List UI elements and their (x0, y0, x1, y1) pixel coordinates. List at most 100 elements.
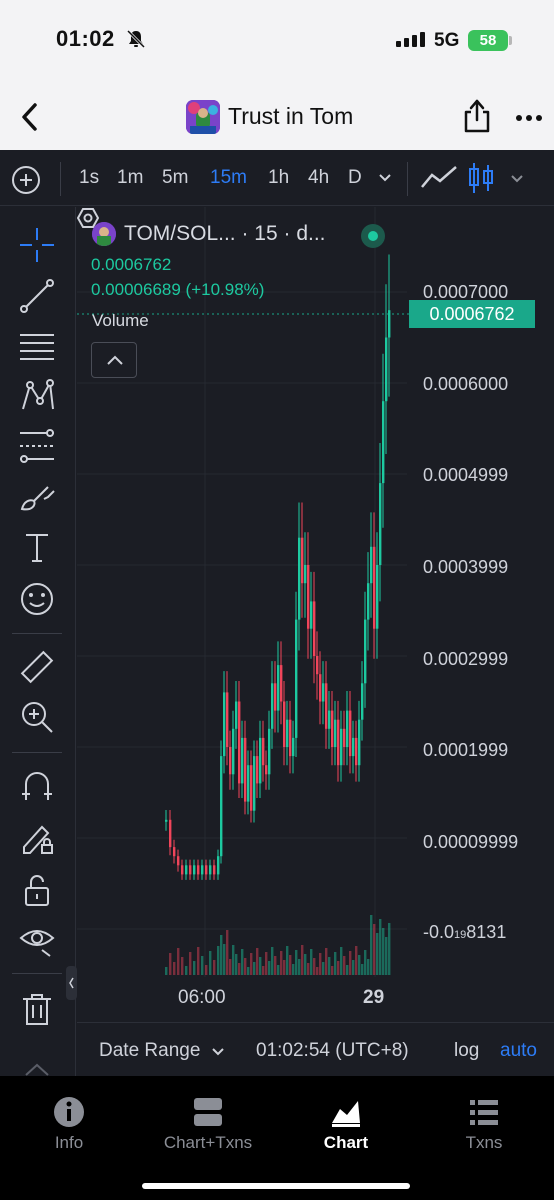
network-type: 5G (434, 30, 460, 51)
text-tool-icon[interactable] (18, 529, 56, 567)
volume-bar (259, 957, 262, 975)
rail-collapse-handle[interactable] (66, 966, 77, 1000)
trash-icon[interactable] (18, 990, 56, 1028)
candle-body (256, 756, 259, 784)
volume-bar (209, 951, 212, 975)
more-options-icon[interactable] (514, 108, 544, 128)
fib-retracement-icon[interactable] (18, 427, 56, 465)
candle-body (185, 865, 188, 875)
volume-bar (292, 964, 295, 975)
volume-bar (213, 960, 216, 975)
candle-body (334, 719, 337, 747)
candle-body (177, 856, 180, 866)
timeframe-d[interactable]: D (348, 167, 362, 189)
candle-body (388, 310, 391, 338)
volume-bar (169, 953, 172, 975)
rail-divider (12, 633, 62, 634)
x-axis-label: 06:00 (178, 987, 226, 1008)
magnet-icon[interactable] (18, 768, 56, 806)
candle-body (370, 546, 373, 584)
tab-info[interactable]: Info (0, 1095, 138, 1159)
tab-txns[interactable]: Txns (415, 1095, 553, 1159)
timeframe-4h[interactable]: 4h (308, 167, 329, 189)
timezone-clock[interactable]: 01:02:54 (UTC+8) (256, 1040, 409, 1062)
date-range-button[interactable]: Date Range (99, 1040, 200, 1062)
volume-bar (235, 954, 238, 975)
candle-body (325, 683, 328, 729)
volume-bar (232, 945, 235, 975)
volume-bar (277, 965, 280, 975)
volume-bar (361, 964, 364, 975)
visibility-icon[interactable] (18, 920, 56, 958)
volume-bar (298, 959, 301, 975)
volume-bar (244, 958, 247, 975)
pattern-icon[interactable] (18, 377, 56, 415)
lock-drawing-icon[interactable] (18, 819, 56, 857)
candle-body (307, 565, 310, 629)
price-chart[interactable]: TOM/SOL... · 15 · d... 0.0006762 0.00006… (77, 207, 554, 1022)
candle-body (189, 865, 192, 875)
share-icon[interactable] (462, 98, 492, 134)
collapse-legend-button[interactable] (91, 342, 137, 378)
candle-body (328, 710, 331, 729)
back-button[interactable] (16, 100, 44, 134)
candle-body (265, 765, 268, 775)
candle-body (247, 765, 250, 802)
volume-bar (382, 928, 385, 975)
list-icon (470, 1100, 498, 1125)
volume-bar (295, 950, 298, 975)
zoom-in-icon[interactable] (18, 698, 56, 736)
symbol-label[interactable]: TOM/SOL... · 15 · d... (124, 222, 326, 246)
chevron-down-icon[interactable] (378, 170, 392, 184)
x-axis-label: 29 (363, 987, 385, 1008)
timeframe-15m[interactable]: 15m (210, 167, 247, 189)
timeframe-1m[interactable]: 1m (117, 167, 143, 189)
y-axis-label: 0.0003999 (423, 557, 509, 577)
candle-body (235, 701, 238, 729)
candle-body (165, 819, 168, 822)
add-indicator-button[interactable] (12, 166, 40, 194)
volume-bar (358, 955, 361, 975)
line-chart-icon[interactable] (420, 163, 458, 193)
volume-bar (185, 966, 188, 975)
y-axis-label-negative: -0.0198131 (423, 922, 506, 943)
volume-bar (262, 966, 265, 975)
log-scale-toggle[interactable]: log (454, 1040, 479, 1062)
chevron-down-icon[interactable] (510, 171, 524, 185)
volume-bar (197, 947, 200, 975)
volume-bar (220, 935, 223, 975)
chevron-down-icon[interactable] (211, 1044, 225, 1058)
candlestick-icon[interactable] (466, 161, 496, 195)
y-axis-label: 0.0002999 (423, 649, 509, 669)
signal-icon (396, 32, 425, 47)
ruler-icon[interactable] (18, 648, 56, 686)
tab-chart[interactable]: Chart (277, 1095, 415, 1159)
volume-bar (274, 956, 277, 975)
volume-bar (334, 952, 337, 975)
brush-icon[interactable] (18, 479, 56, 517)
volume-bar (307, 963, 310, 975)
parallel-lines-icon[interactable] (18, 327, 56, 365)
candle-body (295, 619, 298, 738)
bottom-tab-bar: Info Chart+Txns Chart Txns (0, 1076, 554, 1200)
trend-line-icon[interactable] (18, 277, 56, 315)
timeframe-5m[interactable]: 5m (162, 167, 188, 189)
timeframe-1h[interactable]: 1h (268, 167, 289, 189)
emoji-icon[interactable] (18, 580, 56, 618)
chart-settings-icon[interactable] (77, 207, 99, 229)
volume-bar (189, 952, 192, 975)
tab-chart-txns[interactable]: Chart+Txns (139, 1095, 277, 1159)
timeframe-1s[interactable]: 1s (79, 167, 99, 189)
candle-body (217, 856, 220, 875)
crosshair-icon[interactable] (18, 226, 56, 264)
y-axis-label: 0.00009999 (423, 832, 519, 852)
y-axis-label: 0.0006000 (423, 374, 509, 394)
auto-scale-toggle[interactable]: auto (500, 1040, 537, 1062)
unlock-icon[interactable] (18, 871, 56, 909)
page-title: Trust in Tom (228, 103, 354, 129)
candle-body (238, 701, 241, 784)
battery-level: 58 (468, 30, 508, 51)
volume-bar (286, 946, 289, 975)
volume-bar (355, 946, 358, 975)
candle-body (358, 719, 361, 766)
